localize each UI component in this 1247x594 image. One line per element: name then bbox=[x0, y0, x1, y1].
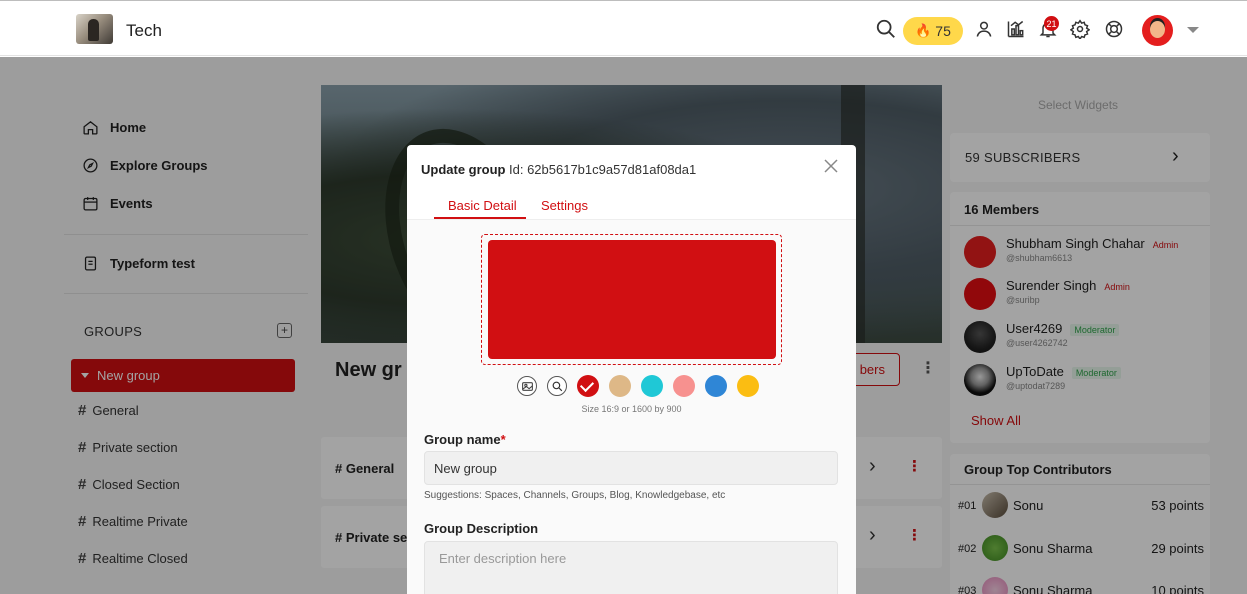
search-image-icon[interactable] bbox=[547, 376, 567, 396]
group-description-label: Group Description bbox=[424, 521, 539, 536]
close-icon[interactable] bbox=[821, 156, 841, 176]
group-description-textarea[interactable]: Enter description here bbox=[424, 541, 838, 594]
modal-title: Update group bbox=[421, 162, 506, 177]
group-name-suggestions: Suggestions: Spaces, Channels, Groups, B… bbox=[424, 490, 726, 501]
color-swatch[interactable] bbox=[609, 375, 631, 397]
notification-count-badge: 21 bbox=[1044, 16, 1059, 31]
color-swatch[interactable] bbox=[673, 375, 695, 397]
tab-basic-detail[interactable]: Basic Detail bbox=[448, 198, 517, 213]
cover-upload-dropzone[interactable] bbox=[481, 234, 782, 365]
search-icon[interactable] bbox=[874, 17, 898, 41]
color-swatch[interactable] bbox=[705, 375, 727, 397]
modal-tabs: Basic Detail Settings bbox=[407, 187, 856, 219]
fire-icon: 🔥 bbox=[915, 23, 932, 38]
modal-body: Size 16:9 or 1600 by 900 Group name* New… bbox=[407, 219, 856, 594]
analytics-icon[interactable] bbox=[1004, 17, 1028, 41]
group-name-input[interactable]: New group bbox=[424, 451, 838, 485]
top-header: Tech 🔥 75 21 bbox=[0, 0, 1247, 56]
streak-badge[interactable]: 🔥 75 bbox=[903, 17, 963, 45]
color-swatch[interactable] bbox=[737, 375, 759, 397]
color-swatch-selected[interactable] bbox=[577, 375, 599, 397]
group-name-label: Group name* bbox=[424, 432, 506, 447]
modal-header: Update group Id: 62b5617b1c9a57d81af08da… bbox=[407, 145, 856, 187]
user-avatar[interactable] bbox=[1142, 15, 1173, 46]
account-dropdown-caret-icon[interactable] bbox=[1187, 27, 1199, 33]
group-logo[interactable] bbox=[76, 14, 113, 44]
cover-size-note: Size 16:9 or 1600 by 900 bbox=[581, 404, 682, 414]
user-icon[interactable] bbox=[972, 17, 996, 41]
group-id-text: Id: 62b5617b1c9a57d81af08da1 bbox=[509, 162, 697, 177]
settings-gear-icon[interactable] bbox=[1068, 17, 1092, 41]
streak-count: 75 bbox=[935, 23, 951, 39]
cover-preview bbox=[488, 240, 776, 359]
cover-swatch-row bbox=[517, 374, 759, 398]
brand-name[interactable]: Tech bbox=[126, 21, 162, 41]
help-lifebuoy-icon[interactable] bbox=[1102, 17, 1126, 41]
color-swatch[interactable] bbox=[641, 375, 663, 397]
upload-image-icon[interactable] bbox=[517, 376, 537, 396]
tab-settings[interactable]: Settings bbox=[541, 198, 588, 213]
update-group-modal: Update group Id: 62b5617b1c9a57d81af08da… bbox=[407, 145, 856, 594]
